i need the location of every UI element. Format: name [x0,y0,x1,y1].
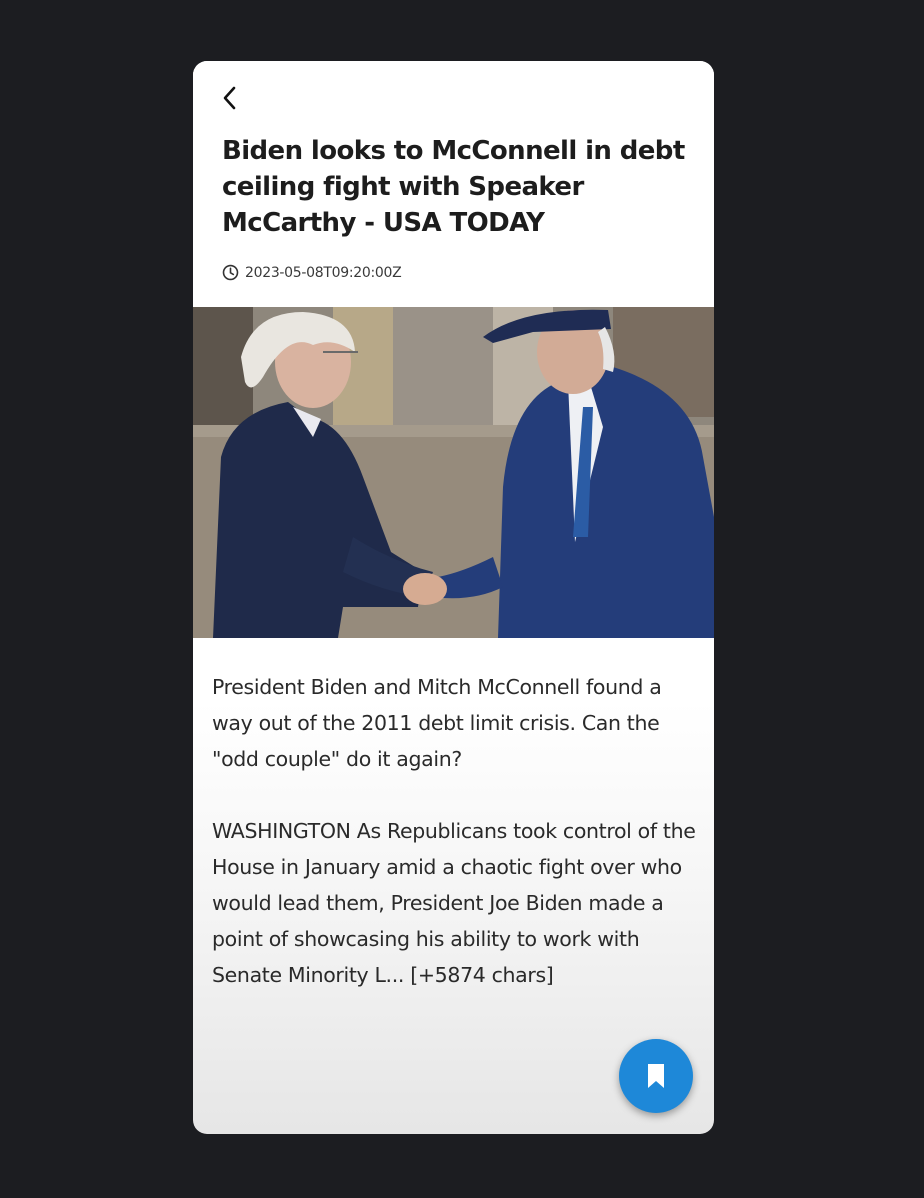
chevron-left-icon [223,86,236,110]
article-title: Biden looks to McConnell in debt ceiling… [222,136,685,238]
back-button[interactable] [215,83,245,113]
article-header: Biden looks to McConnell in debt ceiling… [193,61,714,306]
clock-icon [222,264,239,281]
bookmark-button[interactable] [619,1039,693,1113]
article-image [193,307,714,638]
article-content: WASHINGTON As Republicans took control o… [212,819,696,987]
article-description: President Biden and Mitch McConnell foun… [212,675,662,771]
published-date: 2023-05-08T09:20:00Z [245,264,402,281]
bookmark-icon [648,1064,664,1088]
article-body: President Biden and Mitch McConnell foun… [212,669,702,993]
article-detail-screen: Biden looks to McConnell in debt ceiling… [193,61,714,1134]
article-meta: 2023-05-08T09:20:00Z [222,264,402,281]
